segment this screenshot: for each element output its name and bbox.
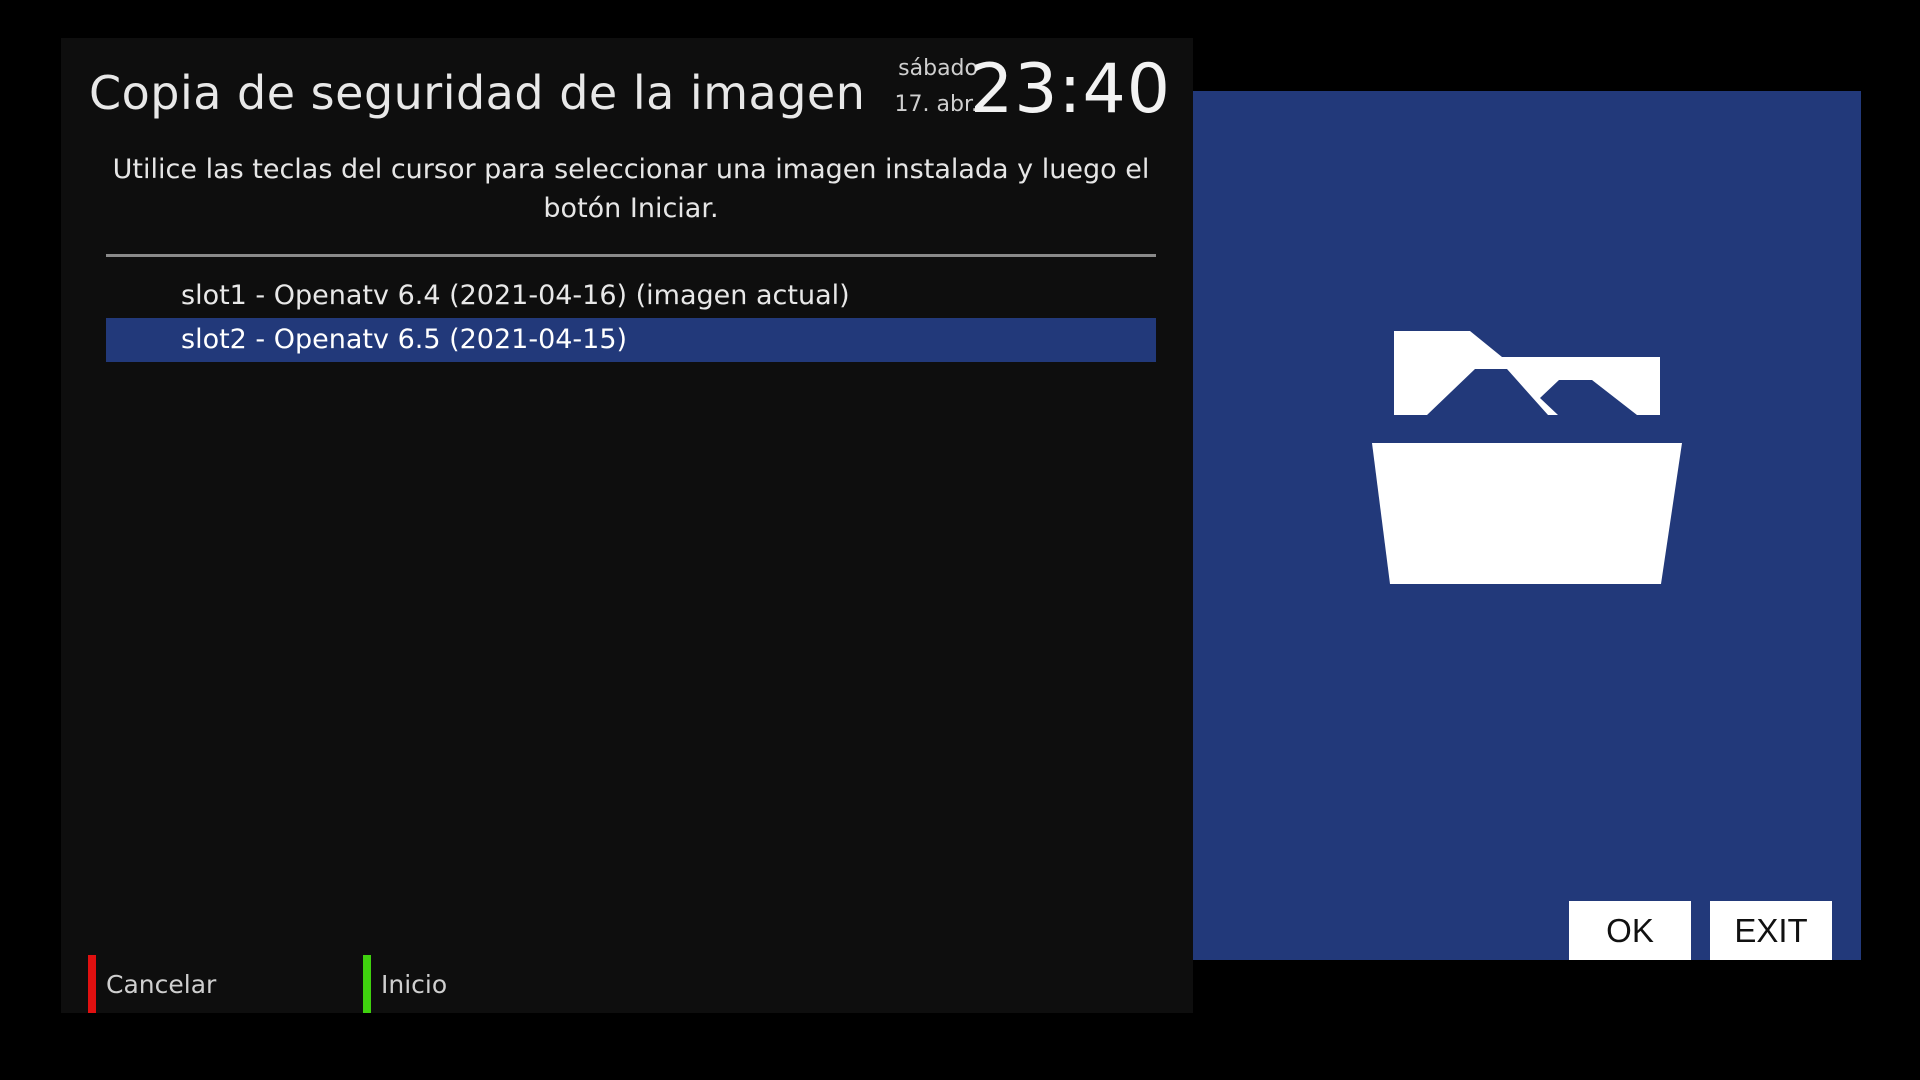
cancel-key[interactable]: Cancelar [88, 954, 216, 1014]
clock-day: sábado [898, 56, 978, 81]
start-key-label: Inicio [381, 969, 448, 999]
divider [106, 254, 1156, 257]
image-list-item[interactable]: slot1 - Openatv 6.4 (2021-04-16) (imagen… [106, 274, 1156, 318]
image-list-item-selected[interactable]: slot2 - Openatv 6.5 (2021-04-15) [106, 318, 1156, 362]
screen: Copia de seguridad de la imagen sábado 1… [0, 0, 1920, 1080]
clock-time: 23:40 [970, 50, 1171, 129]
clock-date: 17. abr. [894, 92, 978, 117]
image-backup-dialog: Copia de seguridad de la imagen sábado 1… [61, 38, 1193, 1013]
ok-button[interactable]: OK [1569, 901, 1691, 960]
exit-button[interactable]: EXIT [1710, 901, 1832, 960]
start-key[interactable]: Inicio [363, 954, 447, 1014]
green-key-indicator [363, 955, 371, 1013]
page-title: Copia de seguridad de la imagen [89, 66, 866, 120]
folder-open-icon [1372, 331, 1682, 584]
cancel-key-label: Cancelar [106, 969, 217, 999]
image-list[interactable]: slot1 - Openatv 6.4 (2021-04-16) (imagen… [106, 274, 1156, 362]
instructions-text: Utilice las teclas del cursor para selec… [112, 154, 1150, 224]
side-panel: OK EXIT [1193, 91, 1861, 960]
red-key-indicator [88, 955, 96, 1013]
